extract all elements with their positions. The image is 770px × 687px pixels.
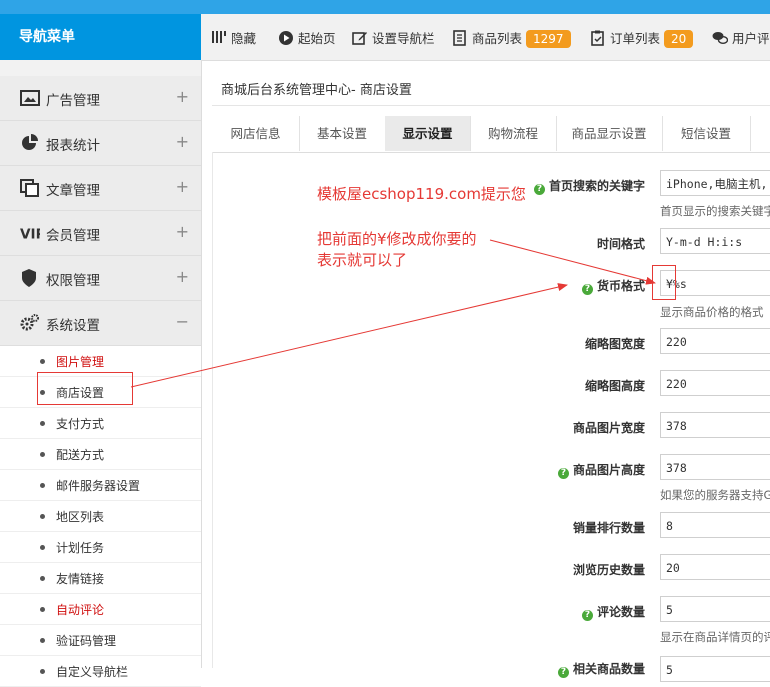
annotation-arrows xyxy=(130,239,656,388)
arrow-from-shop-settings xyxy=(130,283,568,388)
bullet-icon xyxy=(40,669,45,674)
help-icon[interactable]: ? xyxy=(557,667,569,678)
arrow-to-currency-field xyxy=(489,239,656,285)
